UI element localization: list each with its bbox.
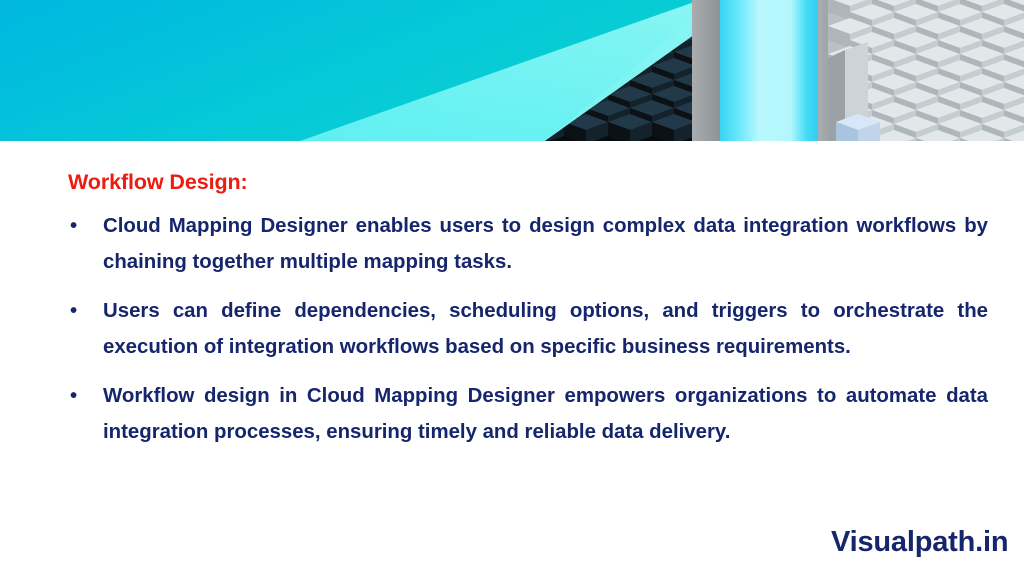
slide-root: Workflow Design: • Cloud Mapping Designe…: [0, 0, 1024, 576]
bullet-list: • Cloud Mapping Designer enables users t…: [56, 209, 988, 450]
list-item: • Users can define dependencies, schedul…: [56, 294, 988, 365]
banner-image: [0, 0, 1024, 141]
bullet-marker-icon: •: [70, 385, 78, 407]
banner-pillar-left: [692, 0, 720, 141]
slide-content: Workflow Design: • Cloud Mapping Designe…: [0, 141, 1024, 576]
page-title: Workflow Design:: [68, 170, 248, 194]
list-item-text: Cloud Mapping Designer enables users to …: [103, 215, 988, 273]
list-item: • Workflow design in Cloud Mapping Desig…: [56, 379, 988, 450]
list-item-text: Users can define dependencies, schedulin…: [103, 300, 988, 358]
bullet-marker-icon: •: [70, 215, 78, 237]
bullet-marker-icon: •: [70, 300, 78, 322]
banner-glow-column: [720, 0, 818, 141]
banner-artwork: [0, 0, 1024, 141]
list-item: • Cloud Mapping Designer enables users t…: [56, 209, 988, 280]
list-item-text: Workflow design in Cloud Mapping Designe…: [103, 385, 988, 443]
footer-brand-logo: Visualpath.in: [831, 526, 1009, 558]
banner-light-cube-grid: [828, 0, 1024, 141]
